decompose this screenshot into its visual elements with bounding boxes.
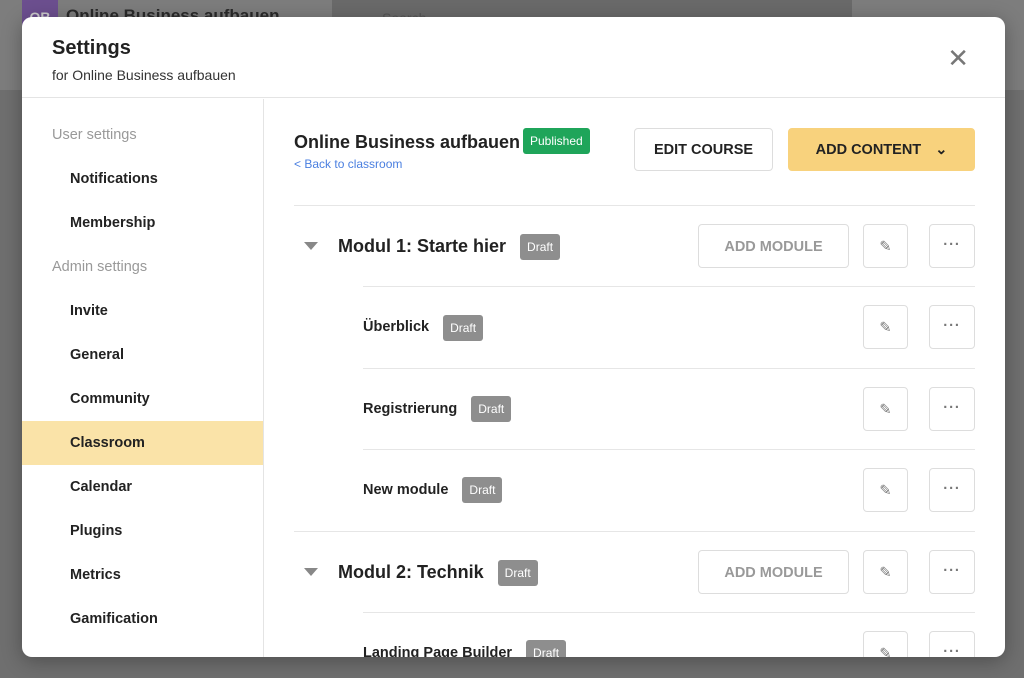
row-title-text: Registrierung	[363, 400, 458, 417]
sidebar-item[interactable]: Community	[22, 377, 263, 421]
row-title[interactable]: Registrierung Draft	[363, 369, 512, 450]
pencil-icon[interactable]: ✎	[863, 468, 908, 513]
close-icon[interactable]: ✕	[947, 45, 969, 71]
sidebar-item[interactable]: Calendar	[22, 465, 263, 509]
settings-modal: Settings for Online Business aufbauen ✕ …	[22, 17, 1005, 657]
settings-sidebar: User settings Notifications Membership Admi…	[22, 99, 264, 657]
lesson-row: Registrierung Draft ✎ ···	[363, 367, 975, 450]
lesson-row: Überblick Draft ✎ ···	[363, 286, 975, 367]
row-title[interactable]: Modul 2: Technik Draft	[338, 532, 538, 613]
row-title-text: Modul 2: Technik	[338, 561, 484, 582]
sidebar-section-header: User settings	[52, 127, 137, 143]
lesson-row: Landing Page Builder Draft ✎ ···	[363, 612, 975, 657]
sidebar-item[interactable]: Metrics	[22, 553, 263, 597]
more-options-icon[interactable]: ···	[929, 549, 975, 594]
pencil-icon[interactable]: ✎	[863, 631, 908, 657]
draft-badge: Draft	[443, 314, 484, 341]
modal-title: Settings	[52, 37, 131, 59]
add-content-button[interactable]: ADD CONTENT ⌄	[788, 128, 975, 171]
row-title[interactable]: Landing Page Builder Draft	[363, 613, 567, 657]
sidebar-item[interactable]: General	[22, 333, 263, 377]
draft-badge: Draft	[462, 477, 503, 504]
modal-subtitle: for Online Business aufbauen	[52, 67, 236, 83]
more-options-icon[interactable]: ···	[929, 468, 975, 513]
row-title-text: Landing Page Builder	[363, 645, 513, 657]
collapse-triangle-icon[interactable]	[304, 242, 318, 250]
add-module-button[interactable]: ADD MODULE	[698, 224, 849, 268]
sidebar-item[interactable]: Plugins	[22, 509, 263, 553]
draft-badge: Draft	[471, 395, 512, 422]
sidebar-item[interactable]: Gamification	[22, 597, 263, 641]
draft-badge: Draft	[520, 234, 561, 261]
modal-header: Settings for Online Business aufbauen ✕	[22, 17, 1005, 98]
pencil-icon[interactable]: ✎	[863, 386, 908, 431]
sidebar-item[interactable]: Membership	[22, 201, 263, 245]
module-row: Modul 1: Starte hier Draft ADD MODULE ✎ ···	[294, 205, 975, 286]
sidebar-item[interactable]: Classroom	[22, 421, 263, 465]
pencil-icon[interactable]: ✎	[863, 224, 908, 268]
more-options-icon[interactable]: ···	[929, 386, 975, 431]
add-content-label: ADD CONTENT	[815, 142, 922, 158]
chevron-down-icon: ⌄	[935, 142, 948, 158]
pencil-icon[interactable]: ✎	[863, 305, 908, 350]
sidebar-section-header: Admin settings	[52, 259, 148, 275]
row-title-text: Modul 1: Starte hier	[338, 236, 507, 256]
row-title[interactable]: Modul 1: Starte hier Draft	[338, 206, 561, 287]
more-options-icon[interactable]: ···	[929, 305, 975, 350]
row-title[interactable]: New module Draft	[363, 450, 503, 531]
sidebar-item[interactable]: Notifications	[22, 157, 263, 201]
more-options-icon[interactable]: ···	[929, 631, 975, 657]
more-options-icon[interactable]: ···	[929, 224, 975, 268]
row-title-text: Überblick	[363, 319, 430, 336]
back-link[interactable]: < Back to classroom	[294, 157, 402, 171]
draft-badge: Draft	[497, 559, 538, 586]
edit-course-button[interactable]: EDIT COURSE	[634, 128, 773, 171]
status-badge: Published	[523, 128, 590, 154]
collapse-triangle-icon[interactable]	[304, 567, 318, 576]
add-module-button[interactable]: ADD MODULE	[698, 549, 849, 594]
row-title-text: New module	[363, 482, 449, 499]
sidebar-item[interactable]: Invite	[22, 289, 263, 333]
module-row: Modul 2: Technik Draft ADD MODULE ✎ ···	[294, 530, 975, 613]
pencil-icon[interactable]: ✎	[863, 549, 908, 594]
classroom-panel: Online Business aufbauen Published < Bac…	[294, 99, 975, 657]
draft-badge: Draft	[526, 640, 567, 657]
course-title: Online Business aufbauen	[294, 132, 521, 152]
row-title[interactable]: Überblick Draft	[363, 287, 484, 368]
lesson-row: New module Draft ✎ ···	[363, 449, 975, 530]
